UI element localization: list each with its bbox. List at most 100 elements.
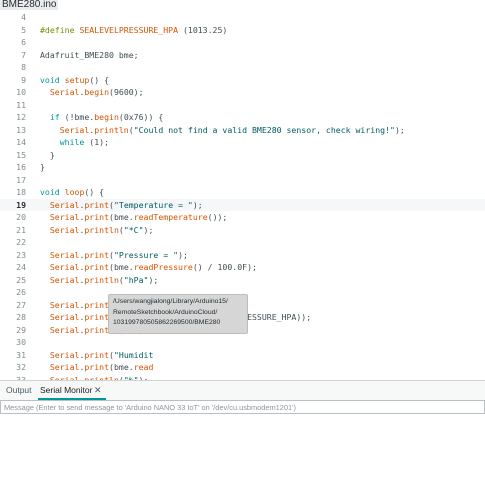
path-tooltip: /Users/wangjialong/Library/Arduino15/ Re… [108, 294, 248, 334]
line-number: 13 [16, 124, 26, 135]
line-number: 32 [16, 362, 26, 372]
code-line[interactable]: 13 Serial.println("Could not find a vali… [0, 124, 485, 137]
code-token: } [40, 162, 45, 172]
code-line[interactable]: 11 [0, 99, 485, 112]
code-token: Serial [49, 249, 80, 260]
tooltip-line: RemoteSketchbook/ArduinoCloud/ [113, 308, 218, 316]
code-text: while (1); [40, 136, 109, 149]
code-token: Serial [49, 224, 80, 235]
line-number: 14 [16, 137, 26, 147]
code-token: (9600); [109, 87, 144, 97]
code-line[interactable]: 24 Serial.print(bme.readPressure() / 100… [0, 261, 485, 274]
code-line[interactable]: 17 [0, 174, 485, 187]
line-number: 21 [16, 224, 26, 235]
code-token: println [94, 124, 129, 135]
code-text: Serial.print("Pressure = "); [40, 249, 188, 262]
code-line[interactable]: 18 void loop() { [0, 186, 485, 199]
code-token: () { [89, 74, 110, 85]
code-token: Serial [49, 199, 80, 210]
code-token: "Pressure = " [113, 249, 179, 260]
code-line[interactable]: 19 Serial.print("Temperature = "); [0, 198, 485, 212]
code-text: Serial.println("*C"); [40, 224, 154, 237]
code-token: (bme. [109, 362, 134, 372]
code-token: Serial [49, 299, 80, 310]
code-line[interactable]: 25 Serial.println("hPa"); [0, 274, 485, 287]
code-token: ); [178, 249, 188, 260]
code-token: ); [143, 224, 154, 235]
line-number: 23 [16, 249, 26, 260]
line-number: 27 [16, 299, 26, 310]
code-token: () { [84, 187, 105, 197]
code-token: while [59, 137, 85, 147]
code-token: if [49, 112, 60, 122]
code-line[interactable]: 23 Serial.print("Pressure = "); [0, 249, 485, 262]
code-text: if (!bme.begin(0x76)) { [40, 111, 163, 124]
line-number: 16 [16, 162, 26, 172]
code-token: begin [94, 112, 119, 122]
code-text: Serial.print(bme.read [40, 361, 154, 374]
code-line[interactable]: 21 Serial.println("*C"); [0, 224, 485, 237]
close-icon[interactable]: ✕ [94, 381, 102, 400]
code-line[interactable]: 10 Serial.begin(9600); [0, 86, 485, 99]
code-token: Serial [59, 124, 90, 135]
line-number: 11 [16, 99, 26, 110]
code-token: (!bme. [59, 112, 95, 122]
code-line[interactable]: 4 [0, 11, 485, 24]
line-number: 22 [16, 237, 26, 247]
line-number: 8 [21, 62, 26, 72]
code-token: print [84, 249, 110, 260]
code-line[interactable]: 30 [0, 336, 485, 349]
code-line[interactable]: 22 [0, 236, 485, 249]
tab-serial-monitor[interactable]: Serial Monitor [37, 381, 107, 400]
code-token: begin [84, 87, 110, 97]
code-text: } [40, 149, 55, 162]
code-token: print [84, 212, 110, 222]
code-line[interactable]: 6 [0, 36, 485, 49]
code-line[interactable]: 8 [0, 61, 485, 74]
code-token: (1); [84, 137, 110, 147]
code-token: ()); [207, 212, 228, 222]
code-line[interactable]: 16} [0, 161, 485, 174]
code-token: (0x76)) { [118, 112, 164, 122]
code-text: Serial.print("Temperature = "); [40, 199, 203, 212]
line-number: 15 [16, 149, 26, 160]
code-line[interactable]: 31 Serial.print("Humidit [0, 349, 485, 362]
line-number: 6 [21, 37, 26, 47]
code-token: print [84, 262, 110, 272]
line-number: 10 [16, 87, 26, 97]
code-token: println [84, 224, 119, 235]
line-number: 20 [16, 212, 26, 222]
code-text: Serial.begin(9600); [40, 86, 144, 99]
code-line[interactable]: 14 while (1); [0, 136, 485, 149]
code-text: void loop() { [40, 186, 104, 199]
code-token: print [84, 362, 110, 372]
serial-output-area[interactable] [0, 414, 485, 499]
code-token: ); [192, 199, 203, 210]
code-token: Serial [49, 349, 80, 360]
code-line[interactable]: 32 Serial.print(bme.read [0, 361, 485, 374]
code-line[interactable]: 15 } [0, 149, 485, 162]
code-line[interactable]: 5 #define SEALEVELPRESSURE_HPA (1013.25) [0, 24, 485, 37]
code-token: (1013.25) [178, 24, 228, 35]
code-line[interactable]: 20 Serial.print(bme.readTemperature()); [0, 211, 485, 224]
tab-output[interactable]: Output [6, 381, 32, 400]
code-token: "*C" [123, 224, 144, 235]
code-line[interactable]: 7 Adafruit_BME280 bme; [0, 49, 485, 62]
tab-output-label: Output [6, 385, 32, 395]
code-line[interactable]: 9 void setup() { [0, 74, 485, 87]
tooltip-line: 103199780505862269500/BME280 [113, 319, 221, 326]
code-token: Serial [49, 362, 80, 372]
code-text: void setup() { [40, 74, 109, 87]
code-line[interactable]: 12 if (!bme.begin(0x76)) { [0, 111, 485, 124]
serial-message-input[interactable] [4, 401, 482, 413]
code-text: Serial.print(bme.readPressure() / 100.0F… [40, 261, 257, 274]
code-token: ); [148, 274, 159, 285]
code-text: Serial.println("hPa"); [40, 274, 158, 287]
line-number: 30 [16, 337, 26, 347]
